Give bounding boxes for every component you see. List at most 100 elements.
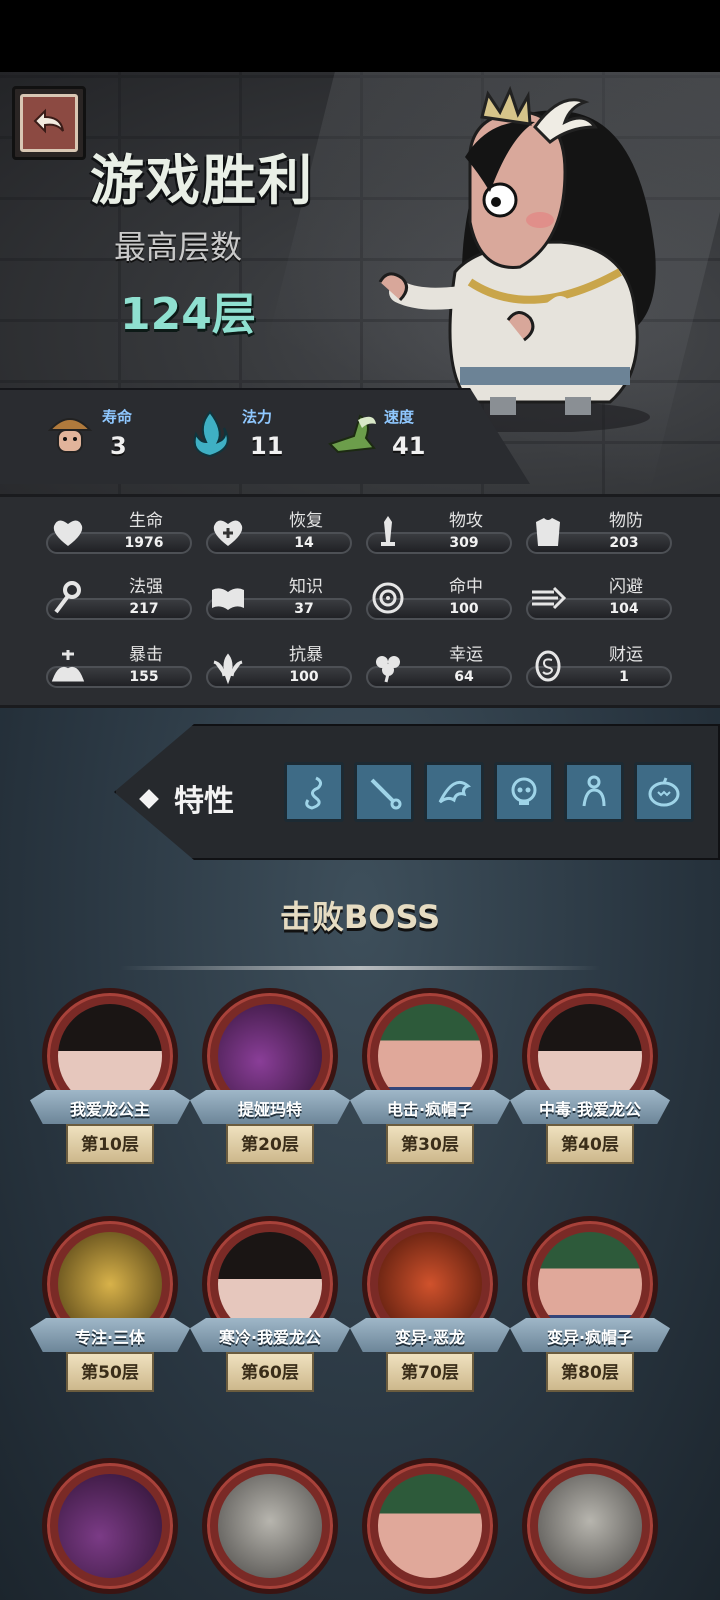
boss-card[interactable]: 中毒·我爱龙公 第40层 bbox=[510, 982, 670, 1192]
stat-value: 37 bbox=[294, 601, 314, 617]
stat-staff: 法强 217 bbox=[46, 572, 196, 628]
boss-floor: 第70层 bbox=[401, 1363, 459, 1383]
attribute-value: 3 bbox=[110, 432, 127, 460]
stat-armor: 物防 203 bbox=[526, 506, 676, 562]
boss-medal-partial bbox=[350, 1452, 510, 1600]
book-icon bbox=[212, 588, 244, 610]
stat-value: 104 bbox=[609, 601, 639, 617]
coin-icon bbox=[535, 650, 561, 682]
page-title: 游戏胜利 bbox=[90, 149, 314, 212]
stat-heart: 生命 1976 bbox=[46, 506, 196, 562]
boss-card[interactable]: 专注·三体第50层 bbox=[30, 1210, 190, 1420]
staff-icon bbox=[54, 581, 81, 614]
stat-label: 财运 bbox=[609, 645, 643, 665]
stat-value: 1976 bbox=[124, 535, 164, 551]
sword-diagonal-icon bbox=[370, 778, 402, 810]
section-divider bbox=[120, 966, 600, 970]
boss-name: 专注·三体 bbox=[74, 1328, 146, 1347]
stat-label: 暴击 bbox=[129, 645, 163, 665]
stat-label: 幸运 bbox=[449, 645, 483, 665]
boss-name: 变异·疯帽子 bbox=[546, 1328, 634, 1347]
crit-splash-icon bbox=[51, 650, 85, 682]
boss-name: 电击·疯帽子 bbox=[386, 1100, 474, 1119]
stat-label: 法强 bbox=[129, 577, 163, 597]
stat-label: 闪避 bbox=[609, 577, 643, 597]
highest-floor-label: 最高层数 bbox=[114, 228, 243, 266]
blue-flame-icon bbox=[193, 410, 229, 458]
defeated-boss-title: 击败BOSS bbox=[279, 898, 441, 936]
stat-label: 物防 bbox=[609, 511, 643, 531]
winged-boot-icon bbox=[328, 414, 376, 454]
boss-floor: 第60层 bbox=[241, 1363, 299, 1383]
stat-value: 100 bbox=[449, 601, 479, 617]
stat-crit-splash: 暴击 155 bbox=[46, 640, 196, 696]
claw-shell-icon bbox=[438, 781, 471, 804]
stat-value: 203 bbox=[609, 535, 639, 551]
return-arrow-icon bbox=[33, 108, 64, 134]
stat-value: 155 bbox=[129, 669, 159, 685]
trait-pumpkin[interactable] bbox=[634, 762, 694, 822]
stat-sword: 物攻 309 bbox=[366, 506, 516, 562]
back-button[interactable] bbox=[12, 86, 86, 160]
trait-skull[interactable] bbox=[494, 762, 554, 822]
boss-name: 寒冷·我爱龙公 bbox=[218, 1328, 322, 1347]
attribute-value: 11 bbox=[250, 432, 284, 460]
stat-label: 物攻 bbox=[449, 511, 483, 531]
boss-card[interactable]: 提娅玛特 第20层 bbox=[190, 982, 350, 1192]
character-portrait bbox=[378, 85, 656, 432]
attribute-label: 法力 bbox=[242, 408, 273, 426]
stat-target: 命中 100 bbox=[366, 572, 516, 628]
stat-label: 恢复 bbox=[289, 511, 323, 531]
boss-floor: 第30层 bbox=[401, 1135, 459, 1155]
stat-label: 生命 bbox=[129, 511, 163, 531]
stat-shield-wings: 抗暴 100 bbox=[206, 640, 356, 696]
stat-value: 14 bbox=[294, 535, 314, 551]
boss-name: 变异·恶龙 bbox=[394, 1328, 466, 1347]
stat-value: 64 bbox=[454, 669, 474, 685]
trait-claw[interactable] bbox=[424, 762, 484, 822]
boss-medal-partial bbox=[510, 1452, 670, 1600]
boss-floor: 第10层 bbox=[81, 1135, 139, 1155]
boss-floor: 第50层 bbox=[81, 1363, 139, 1383]
stat-heart-plus: 恢复 14 bbox=[206, 506, 356, 562]
pumpkin-icon bbox=[648, 777, 680, 807]
stat-clover: 幸运 64 bbox=[366, 640, 516, 696]
mushroom-head-icon bbox=[47, 418, 93, 453]
boss-medal-partial bbox=[30, 1452, 190, 1600]
boss-floor: 第40层 bbox=[561, 1135, 619, 1155]
trait-sword[interactable] bbox=[354, 762, 414, 822]
boss-name: 中毒·我爱龙公 bbox=[538, 1100, 642, 1119]
skull-icon bbox=[511, 777, 537, 805]
stat-value: 309 bbox=[449, 535, 479, 551]
boss-floor: 第20层 bbox=[241, 1135, 299, 1155]
figure-icon bbox=[582, 775, 606, 807]
attribute-mana: 法力 11 bbox=[184, 402, 314, 472]
boss-card[interactable]: 变异·疯帽子 第80层 bbox=[510, 1210, 670, 1420]
boss-medal-partial bbox=[190, 1452, 350, 1600]
stat-coin: 财运 1 bbox=[526, 640, 676, 696]
boss-name: 我爱龙公主 bbox=[69, 1100, 150, 1119]
stat-label: 知识 bbox=[289, 577, 323, 597]
stat-dash-arrow: 闪避 104 bbox=[526, 572, 676, 628]
highest-floor-value: 124层 bbox=[120, 289, 256, 340]
attribute-label: 速度 bbox=[384, 408, 415, 426]
shield-wings-icon bbox=[213, 653, 243, 685]
stat-value: 217 bbox=[129, 601, 159, 617]
attribute-speed: 速度 41 bbox=[326, 402, 456, 472]
boss-card[interactable]: 我爱龙公主第10层 bbox=[30, 982, 190, 1192]
heart-icon bbox=[53, 520, 83, 546]
trait-serpent[interactable] bbox=[284, 762, 344, 822]
attribute-value: 41 bbox=[392, 432, 426, 460]
armor-icon bbox=[536, 518, 560, 546]
heart-plus-icon bbox=[213, 520, 243, 546]
boss-card[interactable]: 电击·疯帽子 第30层 bbox=[350, 982, 510, 1192]
trait-figure[interactable] bbox=[564, 762, 624, 822]
boss-floor: 第80层 bbox=[561, 1363, 619, 1383]
stat-value: 100 bbox=[289, 669, 319, 685]
traits-label: 特性 bbox=[139, 776, 234, 820]
boss-card[interactable]: 变异·恶龙第70层 bbox=[350, 1210, 510, 1420]
status-bar bbox=[0, 0, 720, 72]
stat-value: 1 bbox=[619, 669, 629, 685]
stat-label: 命中 bbox=[449, 577, 483, 597]
boss-card[interactable]: 寒冷·我爱龙公 第60层 bbox=[190, 1210, 350, 1420]
